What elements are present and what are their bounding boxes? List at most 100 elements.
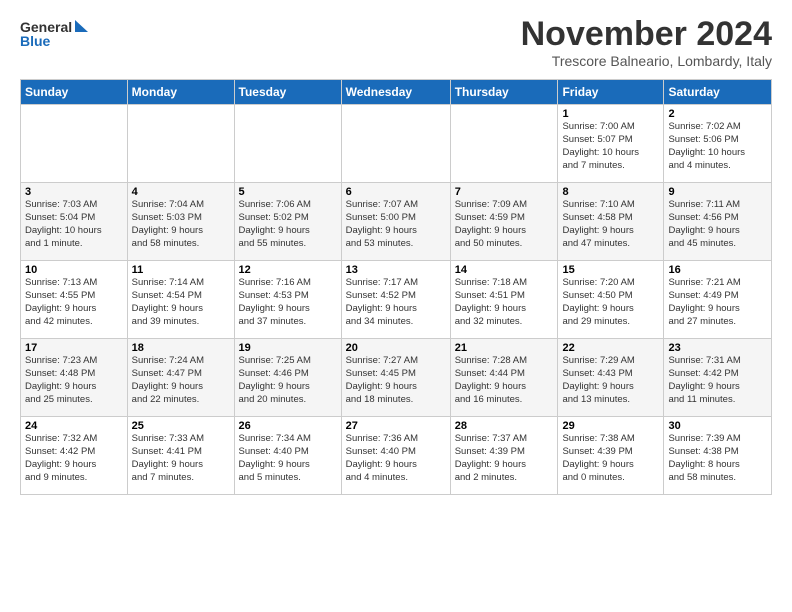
calendar-cell	[127, 105, 234, 183]
calendar-cell: 23Sunrise: 7:31 AM Sunset: 4:42 PM Dayli…	[664, 339, 772, 417]
day-number: 16	[668, 264, 767, 276]
day-info: Sunrise: 7:14 AM Sunset: 4:54 PM Dayligh…	[132, 277, 230, 328]
day-number: 25	[132, 420, 230, 432]
day-info: Sunrise: 7:09 AM Sunset: 4:59 PM Dayligh…	[455, 199, 554, 250]
day-info: Sunrise: 7:00 AM Sunset: 5:07 PM Dayligh…	[562, 121, 659, 172]
calendar-cell: 10Sunrise: 7:13 AM Sunset: 4:55 PM Dayli…	[21, 261, 128, 339]
day-info: Sunrise: 7:20 AM Sunset: 4:50 PM Dayligh…	[562, 277, 659, 328]
month-title: November 2024	[521, 16, 772, 53]
day-info: Sunrise: 7:31 AM Sunset: 4:42 PM Dayligh…	[668, 355, 767, 406]
col-sunday: Sunday	[21, 80, 128, 105]
calendar-cell: 8Sunrise: 7:10 AM Sunset: 4:58 PM Daylig…	[558, 183, 664, 261]
calendar-cell	[450, 105, 558, 183]
day-info: Sunrise: 7:07 AM Sunset: 5:00 PM Dayligh…	[346, 199, 446, 250]
col-thursday: Thursday	[450, 80, 558, 105]
day-info: Sunrise: 7:25 AM Sunset: 4:46 PM Dayligh…	[239, 355, 337, 406]
day-number: 23	[668, 342, 767, 354]
calendar-cell: 21Sunrise: 7:28 AM Sunset: 4:44 PM Dayli…	[450, 339, 558, 417]
calendar-cell	[234, 105, 341, 183]
day-info: Sunrise: 7:18 AM Sunset: 4:51 PM Dayligh…	[455, 277, 554, 328]
calendar-cell: 25Sunrise: 7:33 AM Sunset: 4:41 PM Dayli…	[127, 417, 234, 495]
calendar-cell: 28Sunrise: 7:37 AM Sunset: 4:39 PM Dayli…	[450, 417, 558, 495]
day-info: Sunrise: 7:39 AM Sunset: 4:38 PM Dayligh…	[668, 433, 767, 484]
title-area: November 2024 Trescore Balneario, Lombar…	[521, 16, 772, 69]
location: Trescore Balneario, Lombardy, Italy	[521, 53, 772, 69]
calendar-cell: 19Sunrise: 7:25 AM Sunset: 4:46 PM Dayli…	[234, 339, 341, 417]
day-number: 15	[562, 264, 659, 276]
day-info: Sunrise: 7:02 AM Sunset: 5:06 PM Dayligh…	[668, 121, 767, 172]
logo: GeneralBlue	[20, 16, 90, 56]
calendar-cell: 20Sunrise: 7:27 AM Sunset: 4:45 PM Dayli…	[341, 339, 450, 417]
calendar-cell: 3Sunrise: 7:03 AM Sunset: 5:04 PM Daylig…	[21, 183, 128, 261]
calendar-table: Sunday Monday Tuesday Wednesday Thursday…	[20, 79, 772, 495]
day-number: 2	[668, 108, 767, 120]
svg-text:Blue: Blue	[20, 33, 51, 49]
calendar-cell: 6Sunrise: 7:07 AM Sunset: 5:00 PM Daylig…	[341, 183, 450, 261]
calendar-cell: 27Sunrise: 7:36 AM Sunset: 4:40 PM Dayli…	[341, 417, 450, 495]
day-number: 7	[455, 186, 554, 198]
day-number: 9	[668, 186, 767, 198]
calendar-cell: 12Sunrise: 7:16 AM Sunset: 4:53 PM Dayli…	[234, 261, 341, 339]
col-wednesday: Wednesday	[341, 80, 450, 105]
day-info: Sunrise: 7:28 AM Sunset: 4:44 PM Dayligh…	[455, 355, 554, 406]
day-number: 13	[346, 264, 446, 276]
calendar-cell: 30Sunrise: 7:39 AM Sunset: 4:38 PM Dayli…	[664, 417, 772, 495]
calendar-cell: 26Sunrise: 7:34 AM Sunset: 4:40 PM Dayli…	[234, 417, 341, 495]
day-number: 3	[25, 186, 123, 198]
day-number: 11	[132, 264, 230, 276]
day-info: Sunrise: 7:37 AM Sunset: 4:39 PM Dayligh…	[455, 433, 554, 484]
calendar-cell: 2Sunrise: 7:02 AM Sunset: 5:06 PM Daylig…	[664, 105, 772, 183]
day-number: 14	[455, 264, 554, 276]
calendar-week-0: 1Sunrise: 7:00 AM Sunset: 5:07 PM Daylig…	[21, 105, 772, 183]
day-number: 4	[132, 186, 230, 198]
calendar-cell: 22Sunrise: 7:29 AM Sunset: 4:43 PM Dayli…	[558, 339, 664, 417]
calendar-week-1: 3Sunrise: 7:03 AM Sunset: 5:04 PM Daylig…	[21, 183, 772, 261]
calendar-header-row: Sunday Monday Tuesday Wednesday Thursday…	[21, 80, 772, 105]
day-number: 1	[562, 108, 659, 120]
calendar-cell: 29Sunrise: 7:38 AM Sunset: 4:39 PM Dayli…	[558, 417, 664, 495]
calendar-cell: 9Sunrise: 7:11 AM Sunset: 4:56 PM Daylig…	[664, 183, 772, 261]
day-number: 20	[346, 342, 446, 354]
day-info: Sunrise: 7:38 AM Sunset: 4:39 PM Dayligh…	[562, 433, 659, 484]
day-number: 22	[562, 342, 659, 354]
day-info: Sunrise: 7:24 AM Sunset: 4:47 PM Dayligh…	[132, 355, 230, 406]
calendar-week-4: 24Sunrise: 7:32 AM Sunset: 4:42 PM Dayli…	[21, 417, 772, 495]
col-monday: Monday	[127, 80, 234, 105]
day-number: 28	[455, 420, 554, 432]
day-number: 10	[25, 264, 123, 276]
day-number: 26	[239, 420, 337, 432]
day-info: Sunrise: 7:10 AM Sunset: 4:58 PM Dayligh…	[562, 199, 659, 250]
day-number: 21	[455, 342, 554, 354]
day-number: 12	[239, 264, 337, 276]
calendar-cell	[21, 105, 128, 183]
calendar-cell: 18Sunrise: 7:24 AM Sunset: 4:47 PM Dayli…	[127, 339, 234, 417]
header: GeneralBlue November 2024 Trescore Balne…	[20, 16, 772, 69]
calendar-cell: 5Sunrise: 7:06 AM Sunset: 5:02 PM Daylig…	[234, 183, 341, 261]
day-info: Sunrise: 7:16 AM Sunset: 4:53 PM Dayligh…	[239, 277, 337, 328]
calendar-week-2: 10Sunrise: 7:13 AM Sunset: 4:55 PM Dayli…	[21, 261, 772, 339]
day-info: Sunrise: 7:27 AM Sunset: 4:45 PM Dayligh…	[346, 355, 446, 406]
day-number: 24	[25, 420, 123, 432]
calendar-cell: 24Sunrise: 7:32 AM Sunset: 4:42 PM Dayli…	[21, 417, 128, 495]
calendar-week-3: 17Sunrise: 7:23 AM Sunset: 4:48 PM Dayli…	[21, 339, 772, 417]
day-info: Sunrise: 7:33 AM Sunset: 4:41 PM Dayligh…	[132, 433, 230, 484]
day-number: 17	[25, 342, 123, 354]
day-info: Sunrise: 7:17 AM Sunset: 4:52 PM Dayligh…	[346, 277, 446, 328]
day-number: 8	[562, 186, 659, 198]
calendar-cell: 15Sunrise: 7:20 AM Sunset: 4:50 PM Dayli…	[558, 261, 664, 339]
calendar-cell: 11Sunrise: 7:14 AM Sunset: 4:54 PM Dayli…	[127, 261, 234, 339]
day-number: 30	[668, 420, 767, 432]
calendar-cell: 13Sunrise: 7:17 AM Sunset: 4:52 PM Dayli…	[341, 261, 450, 339]
day-number: 5	[239, 186, 337, 198]
calendar-cell: 14Sunrise: 7:18 AM Sunset: 4:51 PM Dayli…	[450, 261, 558, 339]
calendar-cell: 16Sunrise: 7:21 AM Sunset: 4:49 PM Dayli…	[664, 261, 772, 339]
calendar-cell: 7Sunrise: 7:09 AM Sunset: 4:59 PM Daylig…	[450, 183, 558, 261]
day-number: 18	[132, 342, 230, 354]
calendar-cell	[341, 105, 450, 183]
day-info: Sunrise: 7:36 AM Sunset: 4:40 PM Dayligh…	[346, 433, 446, 484]
day-info: Sunrise: 7:23 AM Sunset: 4:48 PM Dayligh…	[25, 355, 123, 406]
day-number: 6	[346, 186, 446, 198]
col-friday: Friday	[558, 80, 664, 105]
day-number: 27	[346, 420, 446, 432]
day-info: Sunrise: 7:03 AM Sunset: 5:04 PM Dayligh…	[25, 199, 123, 250]
